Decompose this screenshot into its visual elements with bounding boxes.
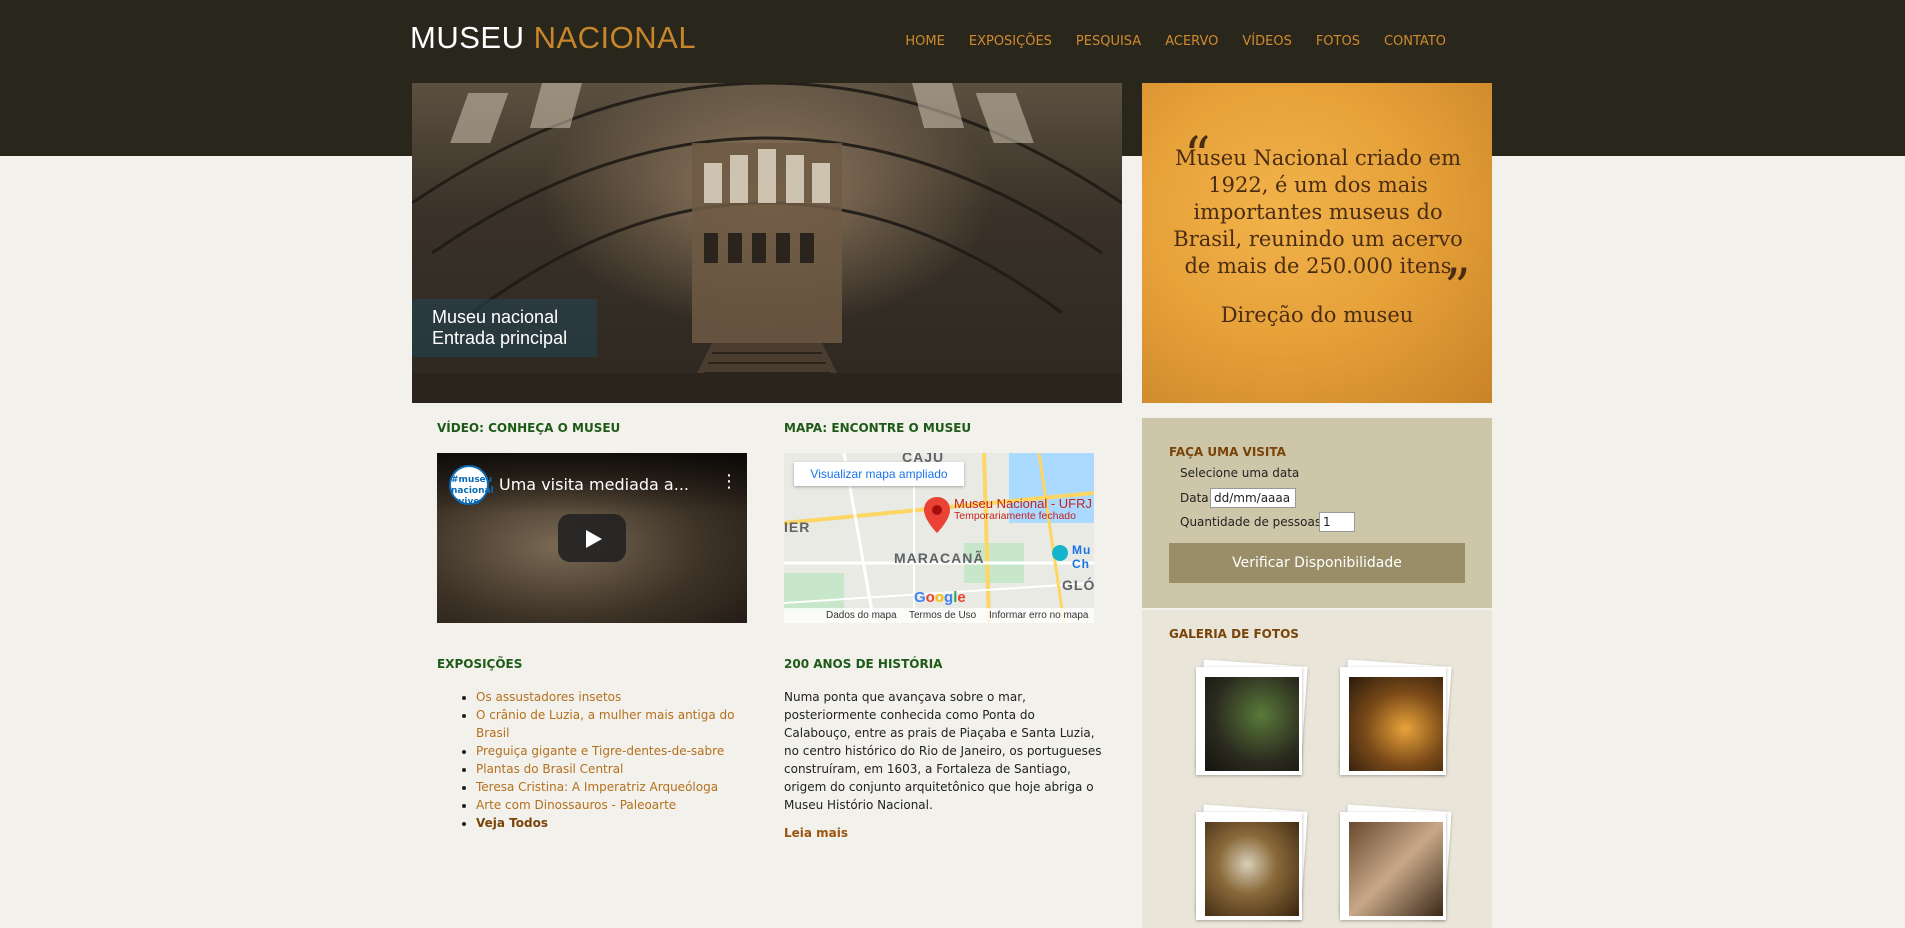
check-availability-button[interactable]: Verificar Disponibilidade	[1169, 543, 1465, 583]
map-label-ch: Ch	[1072, 557, 1090, 571]
map-section-title: MAPA: ENCONTRE O MUSEU	[784, 421, 972, 435]
map-terms-link[interactable]: Termos de Uso	[909, 608, 976, 623]
enlarge-map-link[interactable]: Visualizar mapa ampliado	[794, 462, 964, 486]
map-label-caju: CAJU	[902, 453, 945, 465]
video-player[interactable]: #museu nacional vive Uma visita mediada …	[437, 453, 747, 623]
gallery-photo-3[interactable]	[1196, 804, 1308, 920]
hero-image: Museu nacional Entrada principal	[412, 83, 1122, 403]
hero-caption-line1: Museu nacional	[432, 307, 559, 327]
logo-text-museu: MUSEU	[410, 20, 525, 55]
read-more-link[interactable]: Leia mais	[784, 826, 848, 840]
gallery-image[interactable]	[1349, 677, 1443, 771]
logo-text-nacional: NACIONAL	[533, 20, 697, 55]
map-place-label[interactable]: Museu Nacional - UFRJ Temporariamente fe…	[954, 497, 1092, 522]
history-text: Numa ponta que avançava sobre o mar, pos…	[784, 690, 1102, 812]
people-quantity-input[interactable]: 1	[1319, 512, 1355, 532]
date-label: Data	[1180, 491, 1209, 505]
map-label-glo: GLÓ	[1062, 577, 1094, 593]
map-pin-icon[interactable]	[924, 497, 950, 533]
more-options-icon[interactable]: ⋮	[720, 471, 738, 492]
visit-panel: FAÇA UMA VISITA Selecione uma data Data …	[1142, 418, 1492, 608]
list-item: O crânio de Luzia, a mulher mais antiga …	[476, 706, 766, 742]
gallery-image[interactable]	[1205, 822, 1299, 916]
gallery-photo-4[interactable]	[1340, 804, 1452, 920]
quote-text: Museu Nacional criado em 1922, é um dos …	[1173, 146, 1463, 278]
gallery-image[interactable]	[1205, 677, 1299, 771]
gallery-photo-1[interactable]	[1196, 659, 1308, 775]
nav-videos[interactable]: VÍDEOS	[1242, 34, 1291, 49]
nav-contato[interactable]: CONTATO	[1384, 34, 1446, 49]
map-embed[interactable]: Visualizar mapa ampliado Museu Nacional …	[784, 453, 1094, 623]
list-item: Preguiça gigante e Tigre-dentes-de-sabre	[476, 742, 766, 760]
site-logo[interactable]: MUSEU NACIONAL	[410, 20, 696, 56]
exhibition-link[interactable]: Os assustadores insetos	[476, 690, 621, 704]
gallery-image[interactable]	[1349, 822, 1443, 916]
visit-instruction: Selecione uma data	[1180, 466, 1300, 480]
list-item: Plantas do Brasil Central	[476, 760, 766, 778]
map-data-link[interactable]: Dados do mapa	[826, 608, 897, 623]
date-field[interactable]: dd/mm/aaaa	[1210, 488, 1296, 508]
gallery-photo-2[interactable]	[1340, 659, 1452, 775]
map-place-status: Temporariamente fechado	[954, 510, 1076, 522]
play-icon[interactable]	[586, 530, 602, 548]
see-all-link[interactable]: Veja Todos	[476, 816, 548, 830]
map-label-maracana: MARACANÃ	[894, 550, 985, 566]
nav-exposicoes[interactable]: EXPOSIÇÕES	[969, 34, 1052, 49]
nav-pesquisa[interactable]: PESQUISA	[1076, 34, 1141, 49]
museum-marker-icon[interactable]	[1052, 545, 1068, 561]
main-nav: HOME EXPOSIÇÕES PESQUISA ACERVO VÍDEOS F…	[881, 34, 1446, 49]
hero-caption-line2: Entrada principal	[432, 328, 568, 348]
map-report-link[interactable]: Informar erro no mapa	[989, 608, 1089, 623]
map-label-mu: Mu	[1072, 543, 1092, 557]
map-footer: Dados do mapa Termos de Uso Informar err…	[784, 608, 1094, 623]
video-section-title: VÍDEO: CONHEÇA O MUSEU	[437, 421, 621, 435]
map-label-ier: IER	[784, 519, 811, 535]
list-item: Arte com Dinossauros - Paleoarte	[476, 796, 766, 814]
exhibitions-section-title: EXPOSIÇÕES	[437, 657, 523, 671]
list-item: Veja Todos	[476, 814, 766, 832]
quote-author: Direção do museu	[1220, 303, 1414, 327]
google-logo: Google	[914, 589, 966, 606]
exhibition-link[interactable]: Plantas do Brasil Central	[476, 762, 623, 776]
people-label: Quantidade de pessoas	[1180, 515, 1322, 529]
nav-acervo[interactable]: ACERVO	[1165, 34, 1218, 49]
list-item: Os assustadores insetos	[476, 688, 766, 706]
nav-home[interactable]: HOME	[905, 34, 944, 49]
list-item: Teresa Cristina: A Imperatriz Arqueóloga	[476, 778, 766, 796]
photo-gallery: GALERIA DE FOTOS	[1142, 610, 1492, 928]
map-place-name: Museu Nacional - UFRJ	[954, 496, 1092, 511]
nav-fotos[interactable]: FOTOS	[1316, 34, 1360, 49]
exhibition-link[interactable]: O crânio de Luzia, a mulher mais antiga …	[476, 708, 734, 740]
hero-caption: Museu nacional Entrada principal	[412, 299, 597, 357]
exhibitions-list: Os assustadores insetos O crânio de Luzi…	[457, 688, 766, 832]
history-section-title: 200 ANOS DE HISTÓRIA	[784, 657, 943, 671]
exhibition-link[interactable]: Teresa Cristina: A Imperatriz Arqueóloga	[476, 780, 718, 794]
visit-section-title: FAÇA UMA VISITA	[1169, 445, 1286, 459]
video-title[interactable]: Uma visita mediada a...	[499, 475, 689, 494]
exhibition-link[interactable]: Preguiça gigante e Tigre-dentes-de-sabre	[476, 744, 724, 758]
exhibition-link[interactable]: Arte com Dinossauros - Paleoarte	[476, 798, 676, 812]
quote-box: “ Museu Nacional criado em 1922, é um do…	[1142, 83, 1492, 403]
gallery-section-title: GALERIA DE FOTOS	[1169, 627, 1299, 641]
channel-avatar[interactable]: #museu nacional vive	[449, 465, 494, 507]
